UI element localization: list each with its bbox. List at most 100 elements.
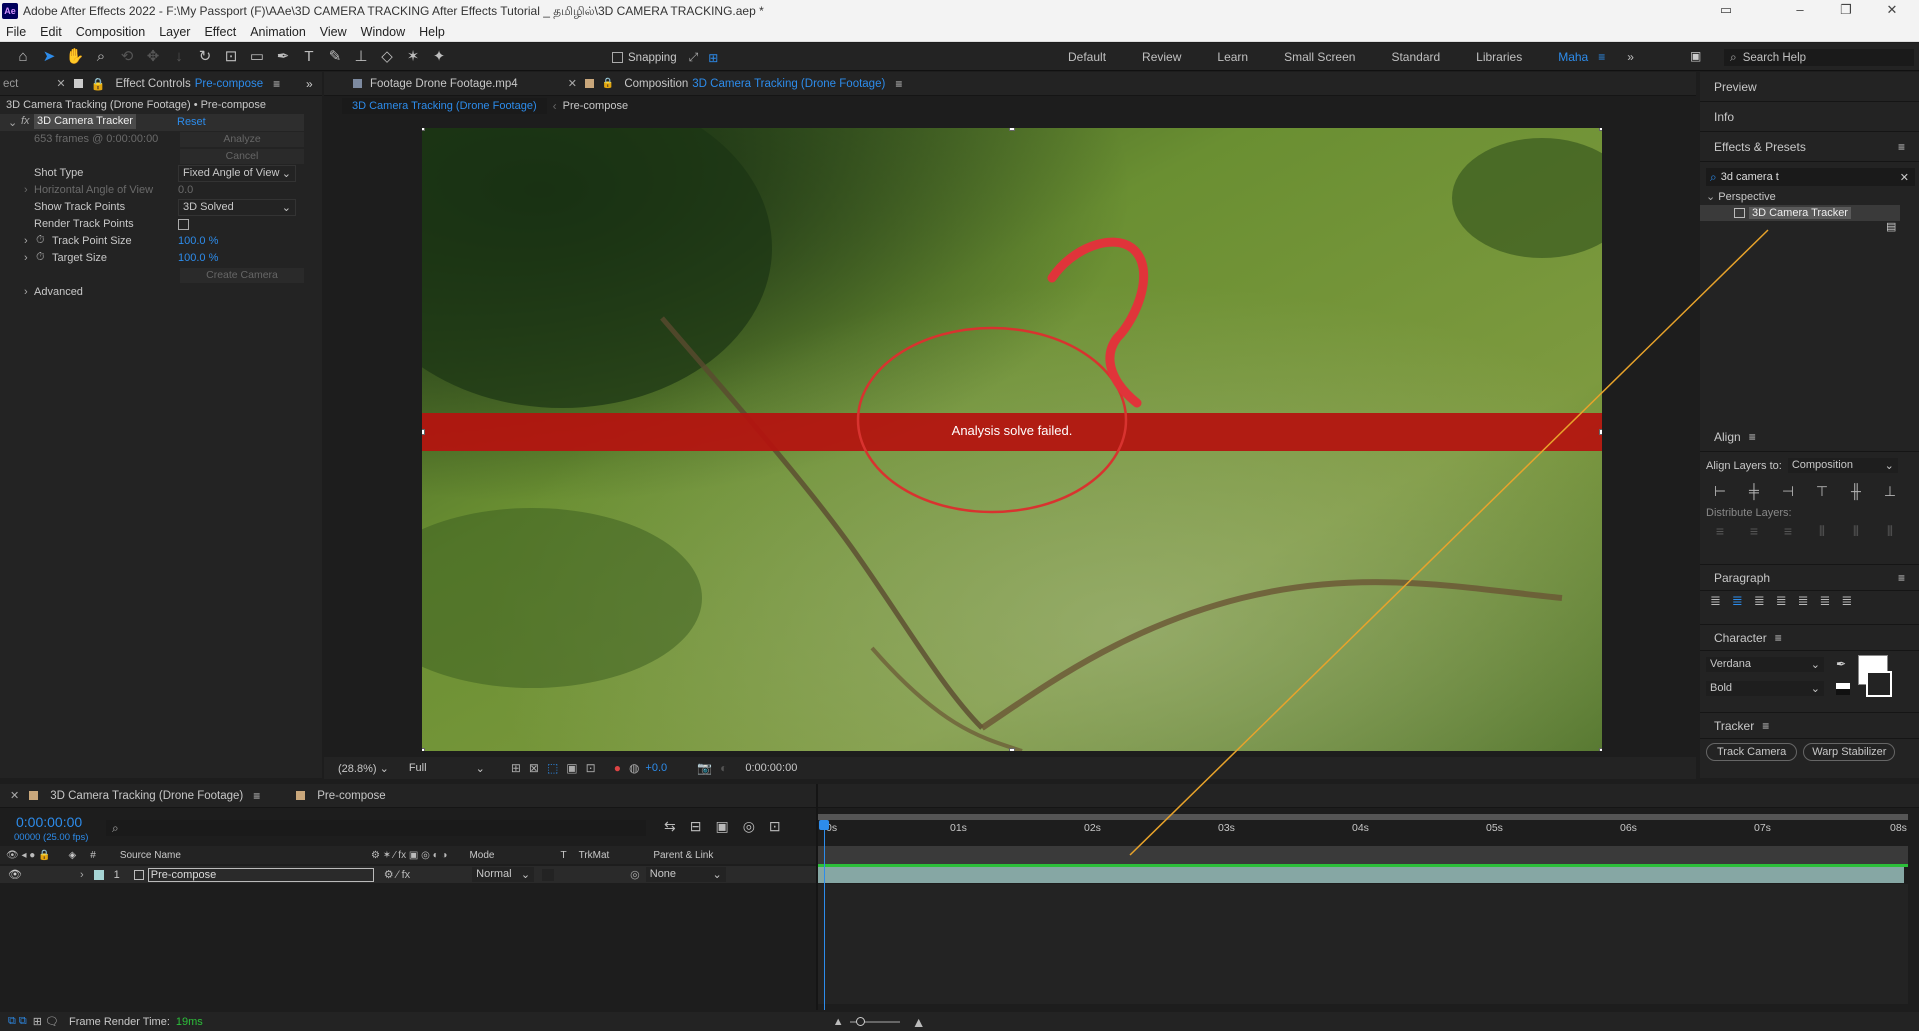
menu-layer[interactable]: Layer [159,22,190,42]
reset-link[interactable]: Reset [177,116,206,128]
hand-tool-icon[interactable]: ✋ [62,47,88,65]
font-family-dropdown[interactable]: Verdana ⌄ [1706,657,1824,672]
region-of-interest-icon[interactable]: ▣ [566,761,577,775]
color-management-icon[interactable]: ◍ [629,761,639,775]
effect-name[interactable]: 3D Camera Tracker [34,114,136,129]
playhead-handle[interactable] [819,820,829,830]
time-ruler[interactable]: 0s 01s 02s 03s 04s 05s 06s 07s 08s [818,822,1908,844]
workspace-default[interactable]: Default [1068,50,1106,64]
layer-name[interactable]: Pre-compose [147,867,374,882]
grid-guides-icon[interactable]: ⊡ [586,761,596,775]
stopwatch-icon[interactable]: ⏱ [36,234,45,247]
viewer-timecode[interactable]: 0:00:00:00 [745,762,797,774]
precompose-breadcrumb[interactable]: Pre-compose [563,100,628,112]
effects-presets-header[interactable]: Effects & Presets ≡ [1700,132,1919,162]
new-preset-icon[interactable]: ▤ [1886,220,1896,233]
snapshot-icon[interactable]: 📷 [697,761,712,775]
visibility-icon[interactable]: 👁 [8,868,22,881]
layer-search-input[interactable]: ⌕ [106,820,646,836]
distribute-left-icon[interactable]: ⦀ [1812,523,1832,543]
close-button[interactable]: ✕ [1872,2,1912,20]
timeline-switches-icons[interactable]: ⇆⊟▣◎⊡ [664,818,795,835]
font-style-dropdown[interactable]: Bold ⌄ [1706,681,1824,696]
cancel-button[interactable]: Cancel [180,149,304,164]
footage-tab[interactable]: Footage Drone Footage.mp4 [370,78,528,90]
toggle-switches-icon[interactable]: ⧉ ⧉ [8,1015,27,1028]
pan-tool-icon[interactable]: ✥ [140,47,166,65]
composition-tab-name[interactable]: 3D Camera Tracking (Drone Footage) [692,78,895,90]
mask-visibility-icon[interactable]: ⬚ [547,761,558,775]
lock-icon[interactable]: 🔒 [602,78,614,89]
render-toggle-icons[interactable]: ⊞ 🗨 [33,1015,59,1028]
maximize-button[interactable]: ❐ [1826,2,1866,20]
rotate-tool-icon[interactable]: ↻ [192,47,218,65]
analyze-button[interactable]: Analyze [180,132,304,147]
menu-edit[interactable]: Edit [40,22,62,42]
composition-tab-label[interactable]: Composition [614,78,692,90]
align-right-icon[interactable]: ⊣ [1778,483,1798,503]
menu-window[interactable]: Window [361,22,405,42]
advanced-label[interactable]: Advanced [34,286,83,298]
current-timecode[interactable]: 0:00:00:00 [16,814,82,830]
precompose-timeline-tab[interactable]: Pre-compose [313,790,395,802]
transparency-grid-icon[interactable]: ⊠ [529,761,539,775]
brush-tool-icon[interactable]: ✎ [322,47,348,65]
clone-stamp-icon[interactable]: ⊥ [348,47,374,65]
workspace-menu-icon[interactable]: ≡ [1598,50,1605,64]
expand-icon[interactable]: › [24,235,28,247]
close-tab-icon[interactable]: ✕ [56,77,65,90]
align-vcenter-icon[interactable]: ╫ [1846,483,1866,503]
expand-layer-icon[interactable]: › [80,869,84,881]
align-left-icon[interactable]: ⊢ [1710,483,1730,503]
warp-stabilizer-button[interactable]: Warp Stabilizer [1803,743,1896,761]
preview-panel-header[interactable]: Preview [1700,72,1919,102]
menu-help[interactable]: Help [419,22,445,42]
distribute-vcenter-icon[interactable]: ≡ [1744,523,1764,543]
resolution-dropdown[interactable]: Full ⌄ [404,760,489,776]
show-track-points-dropdown[interactable]: 3D Solved ⌄ [178,199,296,216]
lock-icon[interactable] [73,79,83,88]
workspace-libraries[interactable]: Libraries [1476,50,1522,64]
expand-panel-icon[interactable]: » [306,77,313,91]
layer-label-color[interactable] [93,869,104,880]
panel-layout-icon[interactable]: ▣ [1690,49,1701,63]
workspace-review[interactable]: Review [1142,50,1181,64]
panel-menu-icon[interactable]: ≡ [895,77,902,91]
blend-mode-dropdown[interactable]: Normal ⌄ [472,867,535,882]
stroke-color-swatch[interactable] [1866,671,1892,697]
black-white-icon[interactable] [1836,683,1850,695]
stopwatch-icon[interactable]: ⏱ [36,251,45,264]
composition-breadcrumb[interactable]: 3D Camera Tracking (Drone Footage) [342,98,547,114]
distribute-top-icon[interactable]: ≡ [1710,523,1730,543]
clear-search-icon[interactable]: ✕ [1900,171,1909,184]
puppet-tool-icon[interactable]: ✦ [426,47,452,65]
timeline-tab[interactable]: 3D Camera Tracking (Drone Footage) [46,790,253,802]
channel-icon[interactable]: ● [614,761,621,775]
track-camera-button[interactable]: Track Camera [1706,743,1798,761]
type-tool-icon[interactable]: T [296,48,322,65]
workspace-small-screen[interactable]: Small Screen [1284,50,1355,64]
workspace-maha[interactable]: Maha [1558,50,1588,64]
minimize-button[interactable]: – [1780,2,1820,20]
fast-previews-icon[interactable]: ⊞ [511,761,521,775]
panel-menu-icon[interactable]: ≡ [273,77,280,91]
fx-icon[interactable]: fx [21,115,30,127]
layout-icon[interactable]: ▭ [1706,2,1746,20]
playhead[interactable] [824,820,825,1010]
show-snapshot-icon[interactable]: ◐ [720,761,727,775]
paragraph-align-buttons[interactable]: ≣≣≣≣≣≣≣ [1700,591,1919,611]
orbit-tool-icon[interactable]: ⟲ [114,47,140,65]
effect-item-3d-camera-tracker[interactable]: 3D Camera Tracker [1700,205,1900,221]
align-bottom-icon[interactable]: ⊥ [1880,483,1900,503]
panel-menu-icon[interactable]: ≡ [253,789,260,803]
tracker-header[interactable]: Tracker ≡ [1700,713,1919,739]
home-icon[interactable]: ⌂ [10,48,36,65]
selection-tool-icon[interactable]: ➤ [36,47,62,65]
render-track-points-checkbox[interactable] [178,219,189,230]
menu-file[interactable]: File [6,22,26,42]
search-help-field[interactable]: ⌕ Search Help [1724,49,1914,66]
panel-menu-icon[interactable]: ≡ [1898,132,1905,162]
zoom-dropdown[interactable]: (28.8%) ⌄ [334,760,393,776]
effect-controls-tab[interactable]: Effect Controls [106,78,195,90]
character-header[interactable]: Character ≡ [1700,625,1919,651]
